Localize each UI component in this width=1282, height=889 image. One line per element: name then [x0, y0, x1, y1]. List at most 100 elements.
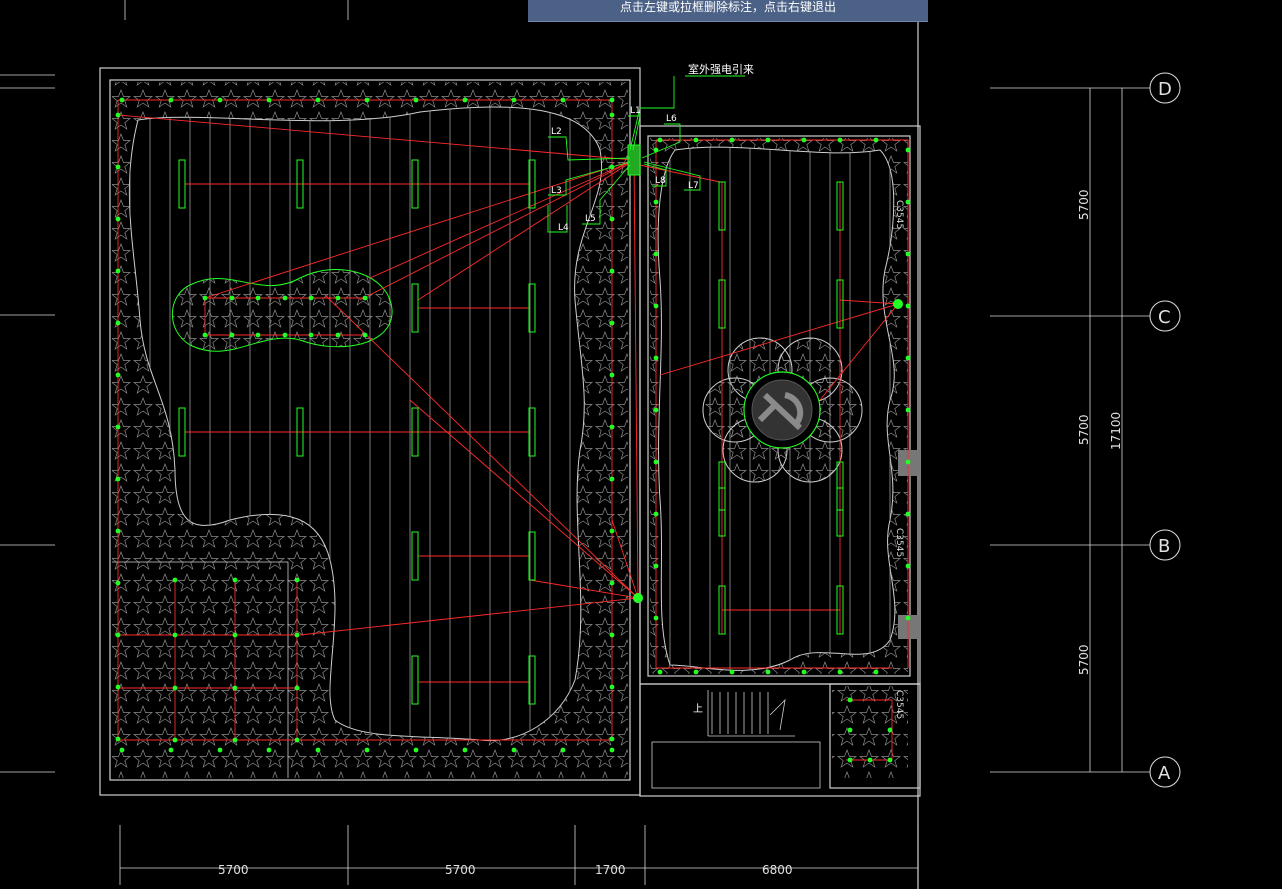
lawn-light — [217, 97, 223, 103]
lawn-light — [115, 216, 121, 222]
lawn-light — [172, 632, 178, 638]
lawn-light — [905, 199, 911, 205]
lawn-light — [282, 295, 288, 301]
lawn-light — [232, 632, 238, 638]
dimension-bottom-4: 6800 — [762, 863, 793, 877]
lawn-light — [765, 669, 771, 675]
stair-block — [651, 690, 821, 789]
lawn-light — [266, 97, 272, 103]
lawn-light — [172, 737, 178, 743]
lawn-light — [315, 97, 321, 103]
lawn-light — [653, 303, 659, 309]
lawn-light — [765, 137, 771, 143]
lawn-light — [847, 727, 853, 733]
lawn-light — [364, 97, 370, 103]
lawn-light — [413, 97, 419, 103]
lawn-light — [609, 424, 615, 430]
lawn-light — [657, 137, 663, 143]
junction-box[interactable] — [893, 299, 903, 309]
lawn-light — [653, 355, 659, 361]
dimension-bottom-3: 1700 — [595, 863, 626, 877]
lawn-light — [115, 632, 121, 638]
lawn-light — [315, 747, 321, 753]
lawn-light — [294, 577, 300, 583]
lawn-light — [560, 747, 566, 753]
lawn-light — [729, 669, 735, 675]
lawn-light — [905, 511, 911, 517]
lawn-light — [653, 615, 659, 621]
dimension-right-1: 5700 — [1077, 189, 1091, 220]
lawn-light — [168, 747, 174, 753]
lawn-light — [873, 669, 879, 675]
lawn-light — [905, 615, 911, 621]
lawn-light — [115, 320, 121, 326]
cad-drawing-canvas[interactable]: 室外强电引来 L1 L2 L3 L4 L5 L6 L7 L8 C3545 C35… — [0, 0, 1282, 889]
axis-bubble-d[interactable]: D — [1149, 72, 1181, 104]
dimension-bottom-1: 5700 — [218, 863, 249, 877]
axis-bubble-c[interactable]: C — [1149, 300, 1181, 332]
axis-bubble-a[interactable]: A — [1149, 756, 1181, 788]
lawn-light — [115, 684, 121, 690]
lawn-light — [115, 736, 121, 742]
lawn-light — [232, 577, 238, 583]
lawn-light — [905, 563, 911, 569]
stair-up-label: 上 — [693, 703, 703, 715]
lawn-light — [609, 736, 615, 742]
lawn-light — [905, 303, 911, 309]
lawn-light — [867, 757, 873, 763]
lawn-light — [255, 332, 261, 338]
dimension-bottom-2: 5700 — [445, 863, 476, 877]
lawn-light — [362, 295, 368, 301]
right-garden-paving — [650, 138, 920, 789]
lawn-light — [729, 137, 735, 143]
lawn-light — [609, 580, 615, 586]
lawn-light — [115, 580, 121, 586]
lawn-light — [294, 685, 300, 691]
cable-tag: C3545 — [894, 200, 904, 229]
feeder-wire — [633, 159, 639, 599]
axis-label: B — [1158, 536, 1170, 557]
lawn-light — [202, 332, 208, 338]
lawn-light — [255, 295, 261, 301]
lawn-light — [653, 563, 659, 569]
lawn-light — [653, 251, 659, 257]
lawn-light — [653, 459, 659, 465]
lawn-light — [653, 199, 659, 205]
lawn-light — [282, 332, 288, 338]
lawn-light — [609, 747, 615, 753]
lawn-light — [693, 137, 699, 143]
lawn-light — [693, 669, 699, 675]
lawn-light — [232, 737, 238, 743]
lawn-light — [609, 320, 615, 326]
axis-label: A — [1158, 763, 1171, 784]
dimension-right-3: 5700 — [1077, 644, 1091, 675]
lawn-light — [837, 669, 843, 675]
lawn-light — [232, 685, 238, 691]
lawn-light — [511, 97, 517, 103]
lawn-light — [364, 747, 370, 753]
dimension-total: 17100 — [1109, 412, 1123, 450]
circuit-label-l4: L4 — [558, 223, 569, 233]
circuit-label-l2: L2 — [551, 127, 562, 137]
junction-box[interactable] — [633, 593, 643, 603]
lawn-light — [905, 355, 911, 361]
lawn-light — [308, 295, 314, 301]
lawn-light — [609, 632, 615, 638]
lawn-light — [115, 528, 121, 534]
lawn-light — [172, 577, 178, 583]
axis-label: D — [1158, 79, 1172, 100]
axis-label: C — [1158, 307, 1171, 328]
lawn-light — [335, 332, 341, 338]
lawn-light — [511, 747, 517, 753]
lawn-light — [905, 147, 911, 153]
lawn-light — [202, 295, 208, 301]
circuit-label-l3: L3 — [551, 186, 562, 196]
lawn-light — [847, 697, 853, 703]
axis-bubble-b[interactable]: B — [1149, 529, 1181, 561]
dimension-right-2: 5700 — [1077, 414, 1091, 445]
lawn-light — [172, 685, 178, 691]
lawn-light — [609, 268, 615, 274]
lawn-light — [362, 332, 368, 338]
lawn-light — [609, 216, 615, 222]
lawn-light — [657, 669, 663, 675]
